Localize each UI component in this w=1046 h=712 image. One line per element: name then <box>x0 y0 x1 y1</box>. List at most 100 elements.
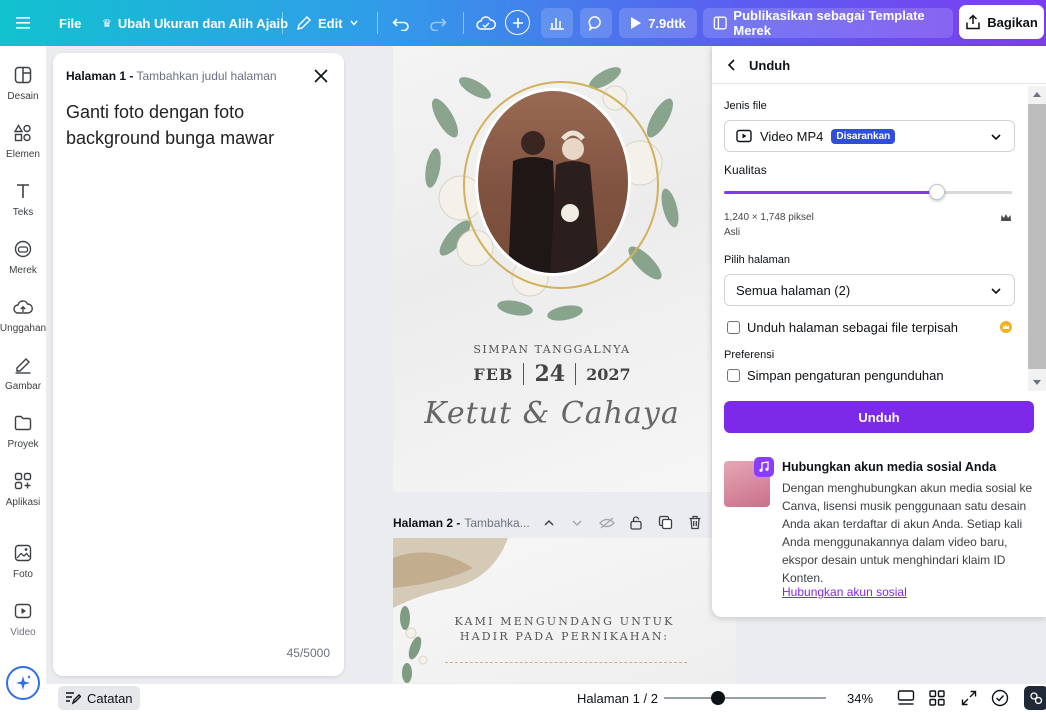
lock-icon[interactable] <box>629 515 643 530</box>
resize-label: Ubah Ukuran dan Alih Ajaib <box>117 15 289 31</box>
preferences-label: Preferensi <box>724 349 775 361</box>
duration-label: 7.9dtk <box>648 15 686 31</box>
zoom-slider[interactable] <box>664 697 826 699</box>
quality-slider[interactable] <box>724 184 1012 200</box>
divider <box>523 363 525 385</box>
download-button[interactable]: Unduh <box>724 401 1034 433</box>
date-month: FEB <box>473 364 514 384</box>
recommended-badge: Disarankan <box>831 128 896 144</box>
video-icon <box>14 603 32 619</box>
undo-button[interactable] <box>392 0 410 46</box>
add-page-title[interactable]: Tambahkan judul halaman <box>136 69 276 83</box>
rail-label: Desain <box>7 91 39 102</box>
video-file-icon <box>736 129 752 143</box>
help-icon <box>1030 692 1043 705</box>
resize-button[interactable]: ♛ Ubah Ukuran dan Alih Ajaib <box>102 0 288 46</box>
dashed-line <box>445 662 687 663</box>
edit-button[interactable]: Edit <box>296 0 359 46</box>
divider <box>463 12 464 34</box>
grid-view-icon[interactable] <box>928 689 946 707</box>
rail-label: Proyek <box>7 439 39 450</box>
zoom-slider-thumb[interactable] <box>711 691 725 705</box>
trash-icon[interactable] <box>688 515 702 530</box>
couple-photo[interactable] <box>475 88 631 276</box>
cloud-upload-icon <box>13 300 33 314</box>
elements-icon <box>14 124 31 142</box>
share-icon <box>966 14 980 30</box>
rail-item-videos[interactable]: Video <box>0 600 46 650</box>
rail-item-draw[interactable]: Gambar <box>0 354 46 404</box>
redo-button[interactable] <box>429 0 447 46</box>
separate-files-checkbox[interactable] <box>727 321 740 334</box>
menu-button[interactable] <box>16 0 30 46</box>
notes-page-label: Halaman 1 - <box>66 69 134 83</box>
template-icon <box>713 16 727 30</box>
share-button[interactable]: Bagikan <box>959 5 1044 39</box>
zoom-value[interactable]: 34% <box>847 691 873 706</box>
invitation-line-2: HADIR PADA PERNIKAHAN: <box>459 630 670 643</box>
left-rail: Desain Elemen Teks Merek Unggahan Gambar… <box>0 46 46 712</box>
notes-textarea[interactable]: Ganti foto dengan foto background bunga … <box>66 99 328 151</box>
notes-button[interactable]: Catatan <box>58 686 140 710</box>
rail-item-uploads[interactable]: Unggahan <box>0 296 46 346</box>
bottom-bar: Catatan Halaman 1 / 2 34% <box>46 684 1046 712</box>
pro-crown-icon <box>1000 321 1012 333</box>
cloud-save-button[interactable] <box>476 0 496 46</box>
publish-template-button[interactable]: Publikasikan sebagai Template Merek <box>703 8 953 38</box>
check-circle-icon[interactable] <box>991 689 1009 707</box>
quality-slider-thumb[interactable] <box>929 184 946 200</box>
invitation-text: KAMI MENGUNDANG UNTUK HADIR PADA PERNIKA… <box>393 614 736 644</box>
page-view-icon[interactable] <box>897 689 915 707</box>
canvas-page-2[interactable]: KAMI MENGUNDANG UNTUK HADIR PADA PERNIKA… <box>393 538 736 683</box>
comment-button[interactable] <box>580 8 612 38</box>
canvas-page-1[interactable]: SIMPAN TANGGALNYA FEB 24 2027 Ketut & Ca… <box>393 46 711 492</box>
brand-icon <box>14 240 32 258</box>
scroll-down-icon[interactable] <box>1032 379 1042 387</box>
undo-icon <box>392 18 409 31</box>
fullscreen-icon[interactable] <box>960 689 978 707</box>
rail-label: Gambar <box>4 381 42 392</box>
rail-label: Teks <box>12 207 34 218</box>
magic-button[interactable] <box>6 666 40 700</box>
pages-select[interactable]: Semua halaman (2) <box>724 274 1015 306</box>
file-menu[interactable]: File <box>59 0 81 46</box>
music-note-icon <box>759 461 769 472</box>
social-title: Hubungkan akun media sosial Anda <box>782 460 997 474</box>
insights-button[interactable] <box>541 8 573 38</box>
hide-icon[interactable] <box>599 516 615 530</box>
connect-social-link[interactable]: Hubungkan akun sosial <box>782 585 907 599</box>
back-arrow-icon[interactable] <box>724 57 740 73</box>
page-2-title[interactable]: Tambahka... <box>464 516 529 530</box>
present-button[interactable]: 7.9dtk <box>619 8 697 38</box>
file-type-label: Jenis file <box>724 100 767 112</box>
download-title: Unduh <box>749 58 791 73</box>
scrollbar-thumb[interactable] <box>1028 104 1046 369</box>
chevron-up-icon[interactable] <box>543 518 555 528</box>
crown-icon <box>1001 214 1011 221</box>
scroll-up-icon[interactable] <box>1032 90 1042 98</box>
page-2-header: Halaman 2 - Tambahka... <box>393 512 711 534</box>
notes-button-label: Catatan <box>87 690 133 706</box>
quality-slider-fill <box>724 191 938 194</box>
chevron-down-icon <box>991 288 1001 295</box>
rail-item-elements[interactable]: Elemen <box>0 122 46 172</box>
rail-label: Merek <box>9 265 37 276</box>
rail-item-photos[interactable]: Foto <box>0 542 46 592</box>
save-settings-checkbox[interactable] <box>727 369 740 382</box>
close-icon[interactable] <box>312 67 330 85</box>
divider <box>282 12 283 34</box>
rail-item-projects[interactable]: Proyek <box>0 412 46 462</box>
rail-item-text[interactable]: Teks <box>0 180 46 230</box>
duplicate-icon[interactable] <box>658 515 673 530</box>
pages-label: Pilih halaman <box>724 254 791 266</box>
page-indicator[interactable]: Halaman 1 / 2 <box>577 691 658 706</box>
couple-silhouette <box>478 91 628 273</box>
chevron-down-icon[interactable] <box>571 518 583 528</box>
rail-item-design[interactable]: Desain <box>0 64 46 114</box>
add-button[interactable] <box>505 10 530 35</box>
rail-item-apps[interactable]: Aplikasi <box>0 470 46 520</box>
help-button[interactable] <box>1024 686 1046 710</box>
file-type-select[interactable]: Video MP4 Disarankan <box>724 120 1015 152</box>
rail-item-brand[interactable]: Merek <box>0 238 46 288</box>
comment-icon <box>588 16 601 31</box>
